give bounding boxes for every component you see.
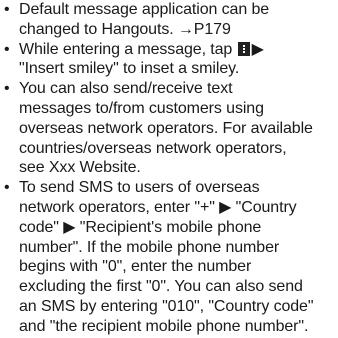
- note-overseas-operators: • You can also send/receive text message…: [0, 79, 338, 178]
- note-line: You can also send/receive text: [19, 80, 233, 98]
- arrow-glyph: ▶: [251, 40, 264, 58]
- notes-list: • Default message application can be cha…: [0, 0, 338, 337]
- note-line: overseas network operators. For availabl…: [19, 119, 313, 137]
- note-line: see Xxx Website.: [19, 159, 141, 177]
- note-line: number". If the mobile phone number: [19, 238, 280, 256]
- note-line: network operators, enter "+" ▶ "Country: [19, 198, 297, 216]
- note-text: While entering a message, tap: [19, 40, 233, 58]
- note-line: While entering a message, tap ▶: [19, 40, 336, 60]
- bullet: •: [4, 80, 10, 98]
- note-send-sms-overseas: • To send SMS to users of overseas netwo…: [0, 178, 338, 336]
- bullet: •: [4, 1, 10, 18]
- note-line: and "the recipient mobile phone number".: [19, 317, 309, 335]
- note-line: messages to/from customers using: [19, 99, 264, 117]
- note-line: Default message application can be: [19, 1, 270, 18]
- menu-icon: [237, 41, 250, 56]
- bullet: •: [4, 179, 10, 197]
- note-line: an SMS by entering "010", "Country code": [19, 297, 314, 315]
- note-line: excluding the first "0". You can also se…: [19, 278, 303, 296]
- manual-page: • Default message application can be cha…: [0, 0, 338, 338]
- bullet: •: [4, 40, 10, 58]
- note-default-app: • Default message application can be cha…: [0, 0, 338, 40]
- note-insert-smiley: • While entering a message, tap ▶ "Inser…: [0, 40, 338, 80]
- note-line: "Insert smiley" to inset a smiley.: [19, 60, 240, 78]
- note-line: changed to Hangouts. →P179: [19, 20, 231, 38]
- note-line: To send SMS to users of overseas: [19, 179, 260, 197]
- note-line: countries/overseas network operators,: [19, 139, 287, 157]
- note-line: begins with "0", enter the number: [19, 258, 252, 276]
- note-line: code" ▶ "Recipient's mobile phone: [19, 218, 262, 236]
